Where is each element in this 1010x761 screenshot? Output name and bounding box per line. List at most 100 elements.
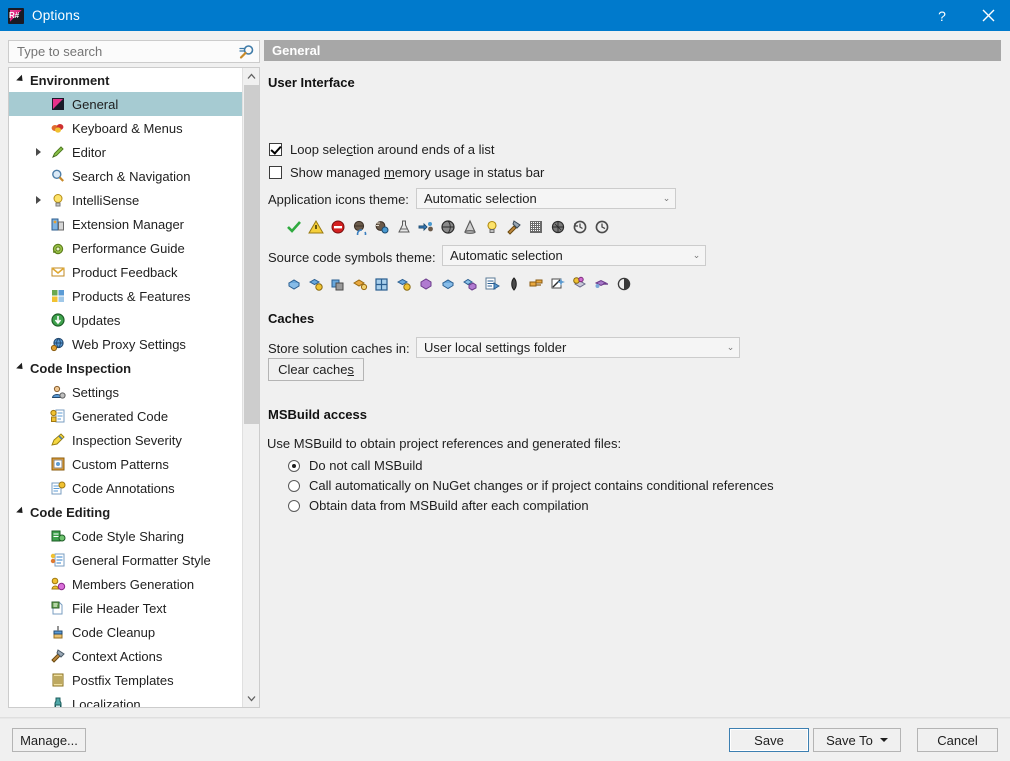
checkbox-loop-selection[interactable]: Loop selection around ends of a list xyxy=(269,142,495,157)
settings-navigation-panel: Environment General Keyboard & Menus Editor… xyxy=(8,40,260,708)
tree-item-general[interactable]: General xyxy=(9,92,243,116)
tree-item-environment[interactable]: Environment xyxy=(9,68,243,92)
file-list-icon xyxy=(485,277,500,290)
copy-class-icon xyxy=(331,279,344,291)
close-icon xyxy=(982,9,994,22)
radio-label: Obtain data from MSBuild after each comp… xyxy=(309,498,589,513)
tree-item-localization[interactable]: Localization xyxy=(9,692,243,707)
expand-arrow-icon[interactable] xyxy=(36,148,41,156)
resharper-icon xyxy=(50,96,66,112)
chevron-down-icon xyxy=(247,696,256,702)
expand-arrow-icon[interactable] xyxy=(36,196,41,204)
scroll-up-button[interactable] xyxy=(243,68,259,85)
tree-item-product-feedback[interactable]: Product Feedback xyxy=(9,260,243,284)
keyboard-menus-icon xyxy=(50,120,66,136)
tree-item-postfix-templates[interactable]: Postfix Templates xyxy=(9,668,243,692)
radio-indicator[interactable] xyxy=(288,499,300,512)
inspection-severity-icon xyxy=(51,433,65,446)
history-clock-icon xyxy=(573,220,587,234)
application-icons-theme-combobox[interactable]: Automatic selection ⌄ xyxy=(416,188,676,209)
button-label: Clear caches xyxy=(278,362,354,377)
tree-item-context-actions[interactable]: Context Actions xyxy=(9,644,243,668)
tree-item-performance-guide[interactable]: Performance Guide xyxy=(9,236,243,260)
radio-do-not-call-msbuild[interactable]: Do not call MSBuild xyxy=(288,458,422,473)
envelope-icon xyxy=(50,264,66,280)
cancel-button[interactable]: Cancel xyxy=(917,728,998,752)
clear-caches-button[interactable]: Clear caches xyxy=(268,358,364,381)
question-mark-icon: ? xyxy=(938,7,946,24)
snail-icon xyxy=(50,240,66,256)
button-label: Save xyxy=(754,732,784,748)
sphere-dark-icon xyxy=(441,220,455,234)
globe-refresh-icon xyxy=(352,219,368,239)
struct-blue-icon xyxy=(440,276,456,292)
broom-icon xyxy=(50,624,66,640)
radio-obtain-data-after-compilation[interactable]: Obtain data from MSBuild after each comp… xyxy=(288,498,589,513)
error-stop-icon xyxy=(330,219,346,235)
expand-collapse-arrow-icon[interactable] xyxy=(16,362,26,372)
tree-item-label: Code Inspection xyxy=(30,360,132,376)
members-generation-icon xyxy=(51,577,66,591)
expand-collapse-arrow-icon[interactable] xyxy=(16,74,26,84)
tree-item-extension-manager[interactable]: Extension Manager xyxy=(9,212,243,236)
tree-item-editor[interactable]: Editor xyxy=(9,140,243,164)
tree-item-products-features[interactable]: Products & Features xyxy=(9,284,243,308)
radio-indicator[interactable] xyxy=(288,479,300,492)
tree-item-file-header-text[interactable]: File Header Text xyxy=(9,596,243,620)
checkbox-indicator[interactable] xyxy=(269,143,282,156)
chevron-down-icon xyxy=(879,738,888,742)
tree-item-general-formatter-style[interactable]: General Formatter Style xyxy=(9,548,243,572)
cone-icon xyxy=(462,219,478,235)
class-private-icon xyxy=(308,276,324,292)
tree-item-inspection-severity[interactable]: Inspection Severity xyxy=(9,428,243,452)
tree-item-intellisense[interactable]: IntelliSense xyxy=(9,188,243,212)
tree-item-members-generation[interactable]: Members Generation xyxy=(9,572,243,596)
class-private-icon xyxy=(308,278,323,291)
radio-indicator[interactable] xyxy=(288,459,300,472)
globe-split-icon xyxy=(551,220,565,234)
radio-call-automatically[interactable]: Call automatically on NuGet changes or i… xyxy=(288,478,774,493)
footer-divider xyxy=(0,718,1010,719)
type-gold-icon xyxy=(573,276,586,288)
scrollbar-thumb[interactable] xyxy=(244,85,259,424)
tree-item-code-annotations[interactable]: Code Annotations xyxy=(9,476,243,500)
tree-item-keyboard-menus[interactable]: Keyboard & Menus xyxy=(9,116,243,140)
tree-scrollbar[interactable] xyxy=(242,68,259,707)
save-button[interactable]: Save xyxy=(729,728,809,752)
checkbox-indicator[interactable] xyxy=(269,166,282,179)
scroll-down-button[interactable] xyxy=(243,690,259,707)
contrast-icon xyxy=(616,276,632,292)
search-input[interactable] xyxy=(15,42,225,61)
search-icon[interactable] xyxy=(238,44,255,61)
help-button[interactable]: ? xyxy=(920,0,964,31)
globe-refresh-icon xyxy=(353,220,367,239)
tree-item-label: Updates xyxy=(72,312,121,328)
settings-content-panel: General User Interface Loop selection ar… xyxy=(264,40,1002,708)
tree-item-code-inspection[interactable]: Code Inspection xyxy=(9,356,243,380)
tree-item-code-style-sharing[interactable]: Code Style Sharing xyxy=(9,524,243,548)
combobox-value: Automatic selection xyxy=(424,191,537,206)
search-box[interactable] xyxy=(8,40,260,63)
tree-item-custom-patterns[interactable]: Custom Patterns xyxy=(9,452,243,476)
store-solution-caches-combobox[interactable]: User local settings folder ⌄ xyxy=(416,337,740,358)
checkbox-show-memory[interactable]: Show managed memory usage in status bar xyxy=(269,165,544,180)
close-button[interactable] xyxy=(966,0,1010,31)
chevron-down-icon: ⌄ xyxy=(726,342,735,352)
products-features-icon xyxy=(52,290,64,302)
tree-item-settings[interactable]: Settings xyxy=(9,380,243,404)
tree-item-search-navigation[interactable]: Search & Navigation xyxy=(9,164,243,188)
label-application-icons-theme: Application icons theme: xyxy=(268,192,409,207)
generated-code-icon xyxy=(50,409,65,423)
tree-item-code-editing[interactable]: Code Editing xyxy=(9,500,243,524)
tree-item-code-cleanup[interactable]: Code Cleanup xyxy=(9,620,243,644)
tree-item-web-proxy-settings[interactable]: Web Proxy Settings xyxy=(9,332,243,356)
tree-item-updates[interactable]: Updates xyxy=(9,308,243,332)
warning-triangle-icon xyxy=(308,219,324,235)
source-code-symbols-theme-combobox[interactable]: Automatic selection ⌄ xyxy=(442,245,706,266)
globe-search-icon xyxy=(374,219,390,235)
save-to-button[interactable]: Save To xyxy=(813,728,901,752)
updates-icon xyxy=(51,313,65,327)
tree-item-generated-code[interactable]: Generated Code xyxy=(9,404,243,428)
expand-collapse-arrow-icon[interactable] xyxy=(16,506,26,516)
manage-button[interactable]: Manage... xyxy=(12,728,86,752)
